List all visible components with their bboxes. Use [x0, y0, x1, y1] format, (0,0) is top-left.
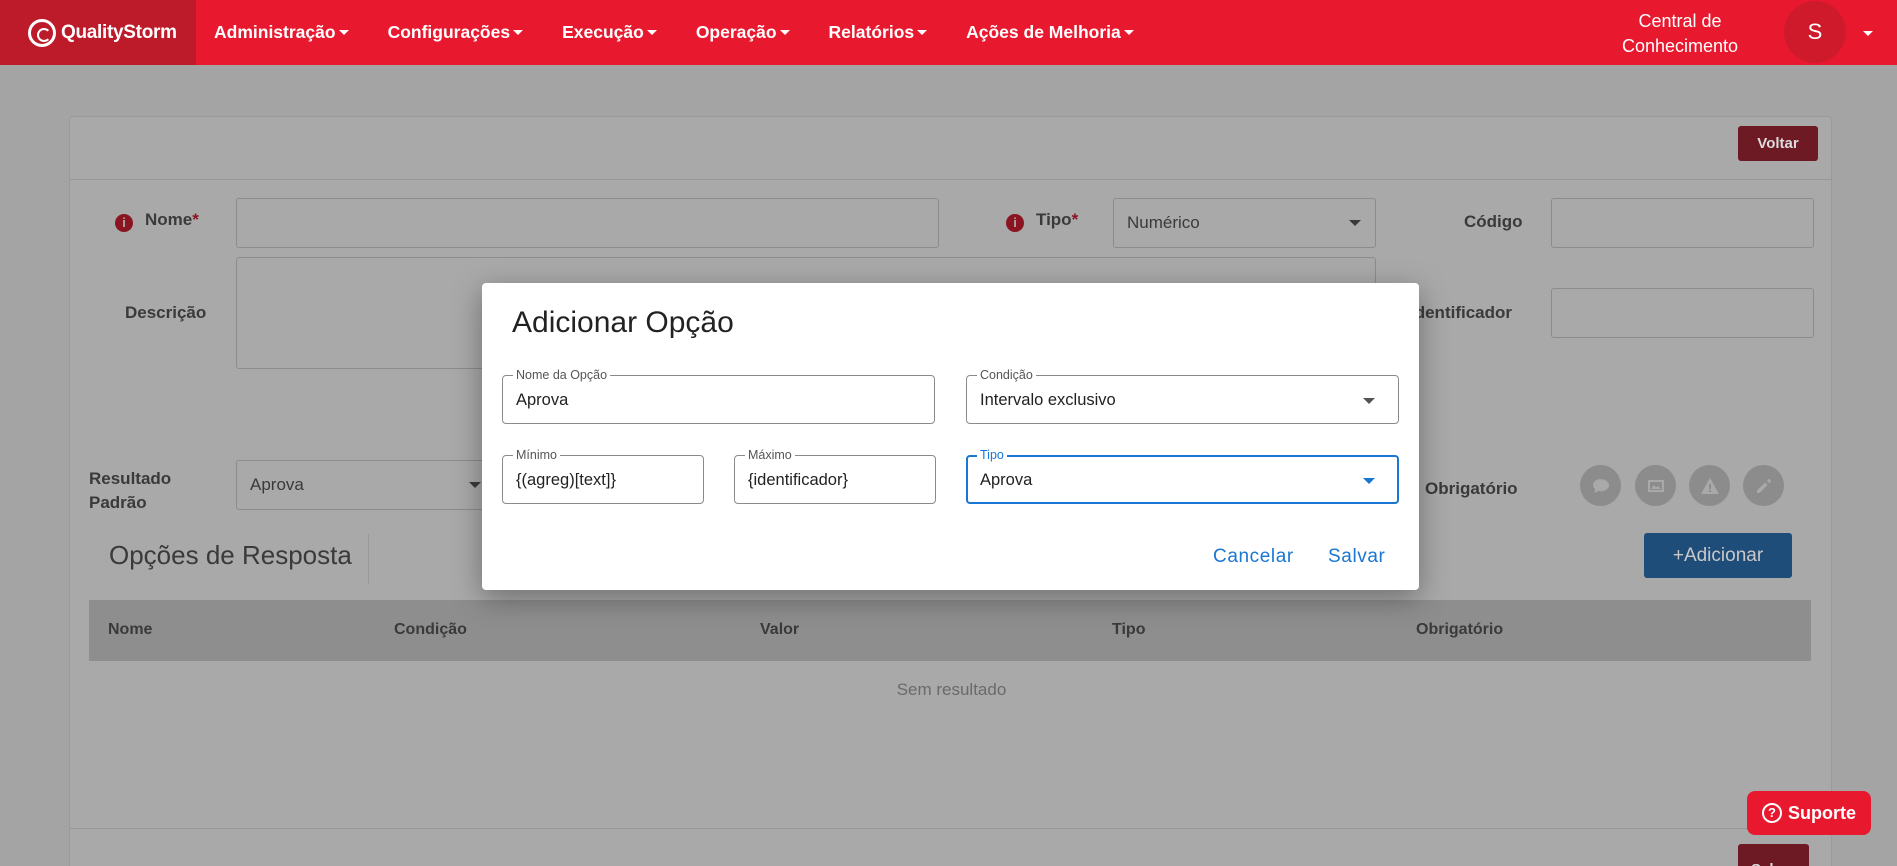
logo-icon: [28, 18, 56, 47]
info-icon[interactable]: i: [115, 214, 133, 232]
save-question-button[interactable]: Salvar: [1738, 844, 1809, 866]
minimum-label: Mínimo: [513, 448, 560, 462]
menu-label: Execução: [562, 22, 644, 42]
question-icon: ?: [1761, 803, 1782, 823]
comment-icon: [1592, 478, 1609, 493]
resultado-padrao-line-2: Padrão: [89, 493, 147, 512]
nome-label: i Nome*: [115, 210, 199, 232]
top-navbar: QualityStorm Administração Configurações…: [0, 0, 1897, 65]
app-logo[interactable]: QualityStorm: [0, 0, 196, 65]
menu-label: Ações de Melhoria: [966, 22, 1121, 42]
menu-configuracoes[interactable]: Configurações: [388, 22, 524, 43]
section-title: Opções de Resposta: [109, 540, 352, 570]
required-mark: *: [192, 210, 199, 229]
menu-acoes-de-melhoria[interactable]: Ações de Melhoria: [966, 22, 1134, 43]
back-button[interactable]: Voltar: [1738, 126, 1818, 161]
type-select[interactable]: Tipo Aprova: [966, 448, 1399, 504]
menu-label: Configurações: [387, 22, 511, 42]
condition-select[interactable]: Condição Intervalo exclusivo: [966, 368, 1399, 424]
support-label: Suporte: [1787, 802, 1856, 823]
tipo-select-value: Numérico: [1127, 213, 1200, 232]
maximum-label: Máximo: [745, 448, 795, 462]
empty-table-message: Sem resultado: [896, 680, 1007, 699]
column-header-obrigatorio[interactable]: Obrigatório: [1416, 621, 1503, 639]
condition-value: Intervalo exclusivo: [980, 391, 1116, 409]
column-header-valor[interactable]: Valor: [760, 621, 799, 639]
user-avatar[interactable]: S: [1784, 1, 1846, 63]
caret-down-icon: [646, 30, 657, 35]
option-name-field[interactable]: Nome da Opção Aprova: [502, 368, 935, 424]
chevron-down-icon: [1363, 478, 1375, 484]
identificador-input[interactable]: [1551, 288, 1814, 338]
menu-operacao[interactable]: Operação: [696, 22, 790, 43]
dialog-title: Adicionar Opção: [512, 306, 734, 339]
add-option-button[interactable]: +Adicionar: [1644, 533, 1792, 578]
logo-text: QualityStorm: [61, 21, 177, 43]
warning-icon: [1700, 477, 1719, 494]
tipo-select[interactable]: Numérico: [1113, 198, 1376, 248]
column-header-nome[interactable]: Nome: [108, 621, 152, 639]
knowledge-center-link[interactable]: Central de Conhecimento: [1598, 9, 1762, 59]
user-menu-caret-icon[interactable]: [1863, 31, 1873, 36]
chevron-down-icon: [1349, 220, 1361, 226]
nome-input[interactable]: [236, 198, 939, 248]
maximum-field[interactable]: Máximo {identificador}: [734, 448, 936, 504]
menu-label: Relatórios: [828, 22, 915, 42]
info-icon[interactable]: i: [1006, 214, 1024, 232]
menu-label: Administração: [214, 22, 336, 42]
options-table-header: Nome Condição Valor Tipo Obrigatório: [89, 600, 1811, 661]
obrigatorio-label: Obrigatório: [1425, 479, 1518, 498]
edit-icon: [1756, 478, 1771, 493]
knowledge-line-2: Conhecimento: [1621, 36, 1739, 56]
card-header: Voltar: [70, 117, 1831, 180]
save-button[interactable]: Salvar: [1328, 546, 1385, 568]
type-label: Tipo: [977, 448, 1007, 462]
resultado-padrao-select[interactable]: Aprova: [236, 460, 496, 510]
support-button[interactable]: ? Suporte: [1747, 791, 1871, 835]
type-value: Aprova: [980, 471, 1033, 489]
chevron-down-icon: [1363, 398, 1375, 404]
caret-down-icon: [917, 30, 928, 35]
condition-label: Condição: [977, 368, 1036, 382]
edit-button[interactable]: [1743, 465, 1784, 506]
option-name-label: Nome da Opção: [513, 368, 611, 382]
caret-down-icon: [338, 30, 349, 35]
caret-down-icon: [1123, 30, 1134, 35]
image-icon: [1647, 479, 1664, 492]
column-header-condicao[interactable]: Condição: [394, 621, 467, 639]
column-header-tipo[interactable]: Tipo: [1112, 621, 1145, 639]
tipo-label: i Tipo*: [1006, 210, 1078, 232]
descricao-label: Descrição: [125, 303, 207, 322]
option-name-value: Aprova: [516, 391, 569, 409]
image-button[interactable]: [1635, 465, 1676, 506]
tipo-label-text: Tipo: [1036, 210, 1072, 229]
cancel-button[interactable]: Cancelar: [1213, 546, 1294, 568]
add-option-dialog: Adicionar Opção Nome da Opção Aprova Con…: [482, 283, 1419, 590]
required-mark: *: [1071, 210, 1079, 229]
minimum-value: {(agreg)[text]}: [516, 471, 616, 489]
card-footer-divider: [70, 828, 1831, 829]
maximum-value: {identificador}: [748, 471, 848, 489]
codigo-label: Código: [1464, 212, 1523, 231]
warning-button[interactable]: [1689, 465, 1730, 506]
menu-execucao[interactable]: Execução: [562, 22, 657, 43]
menu-relatorios[interactable]: Relatórios: [829, 22, 928, 43]
nome-label-text: Nome: [145, 210, 193, 229]
chevron-down-icon: [469, 482, 481, 488]
resultado-padrao-label: Resultado Padrão: [89, 467, 171, 515]
menu-label: Operação: [695, 22, 777, 42]
main-menu: Administração Configurações Execução Ope…: [196, 0, 1173, 65]
resultado-padrao-line-1: Resultado: [89, 469, 172, 488]
minimum-field[interactable]: Mínimo {(agreg)[text]}: [502, 448, 704, 504]
caret-down-icon: [513, 30, 524, 35]
knowledge-line-1: Central de: [1638, 11, 1722, 31]
menu-administracao[interactable]: Administração: [214, 22, 349, 43]
resultado-padrao-value: Aprova: [250, 475, 304, 494]
title-divider: [368, 534, 369, 584]
caret-down-icon: [779, 30, 790, 35]
codigo-input[interactable]: [1551, 198, 1814, 248]
identificador-label: Identificador: [1410, 303, 1513, 322]
comment-button[interactable]: [1580, 465, 1621, 506]
